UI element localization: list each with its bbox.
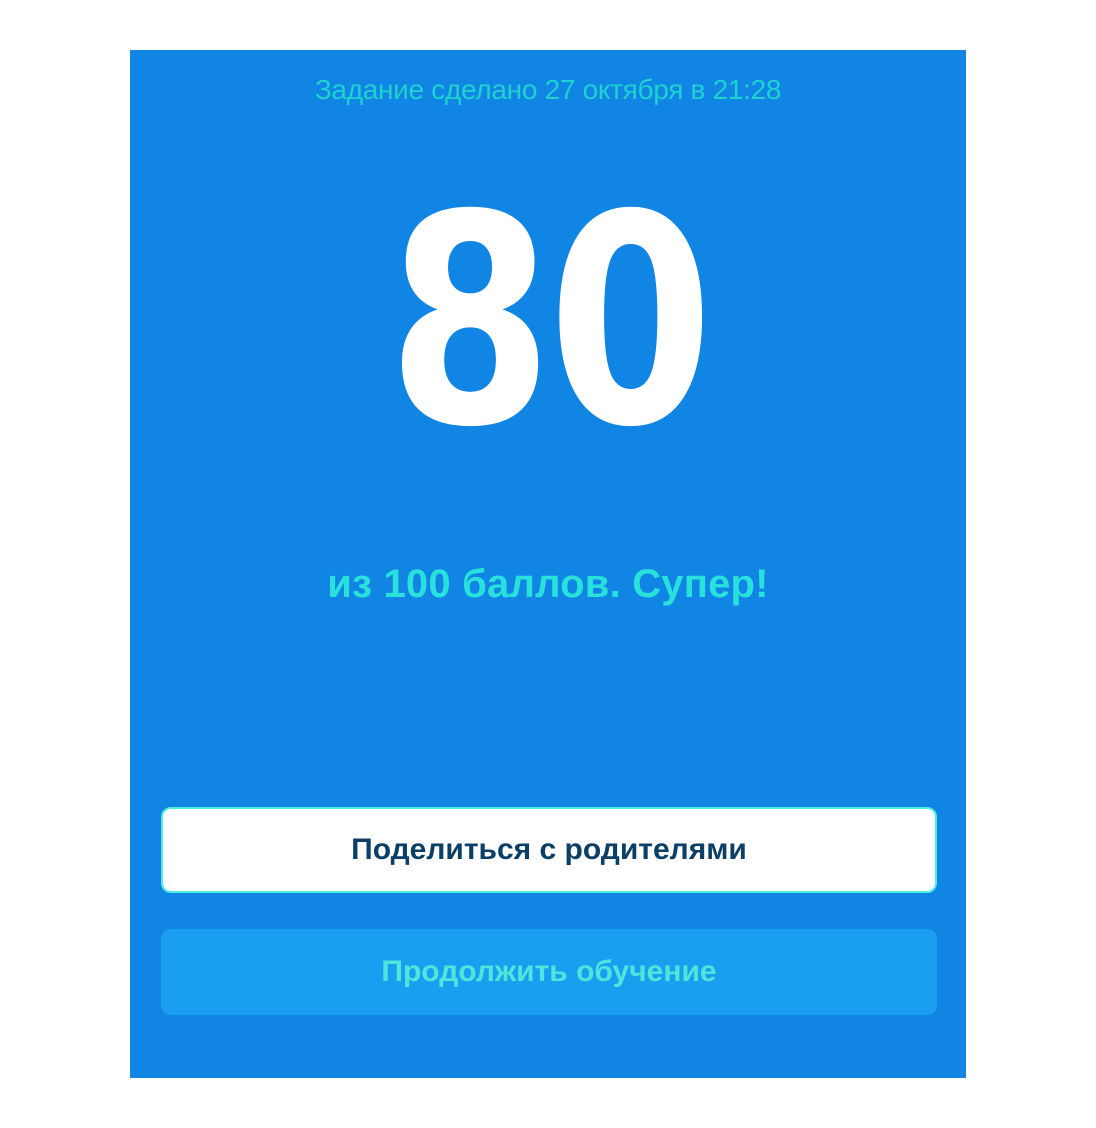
continue-learning-button[interactable]: Продолжить обучение: [161, 929, 937, 1015]
continue-button-label: Продолжить обучение: [381, 955, 717, 988]
completion-timestamp: Задание сделано 27 октября в 21:28: [314, 74, 782, 105]
score-value: 80: [387, 154, 713, 491]
share-button-label: Поделиться с родителями: [351, 833, 747, 866]
result-screen: Задание сделано 27 октября в 21:28 80 из…: [130, 50, 966, 1078]
score-subtitle: из 100 баллов. Супер!: [327, 562, 769, 606]
share-with-parents-button[interactable]: Поделиться с родителями: [161, 807, 937, 893]
